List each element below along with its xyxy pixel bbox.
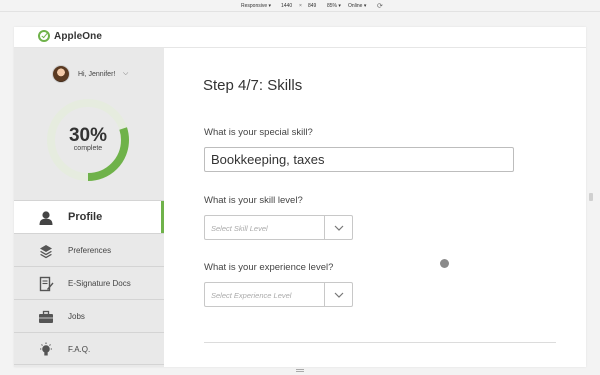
- lightbulb-icon: [40, 342, 52, 356]
- sidebar-item-profile[interactable]: Profile: [14, 200, 164, 233]
- viewport-height-input[interactable]: 849: [308, 3, 316, 9]
- avatar[interactable]: [52, 65, 70, 83]
- user-greeting[interactable]: Hi, Jennifer!: [78, 71, 115, 78]
- sidebar-item-label: F.A.Q.: [68, 345, 91, 354]
- main-content: Step 4/7: Skills What is your special sk…: [164, 48, 586, 367]
- skill-level-select[interactable]: Select Skill Level: [204, 215, 353, 240]
- experience-level-label: What is your experience level?: [204, 262, 334, 273]
- app-header: AppleOne: [14, 27, 586, 48]
- viewport-width-input[interactable]: 1440: [281, 3, 292, 9]
- page-viewport: AppleOne Hi, Jennifer! ⌵ 30% complete Pr…: [14, 27, 586, 367]
- resize-handle-right[interactable]: [589, 193, 593, 201]
- skill-level-dropdown-button[interactable]: [324, 216, 352, 239]
- network-throttle-select[interactable]: Online ▾: [348, 3, 366, 9]
- dimension-separator: ×: [299, 3, 302, 9]
- sidebar-item-label: E-Signature Docs: [68, 279, 131, 288]
- page-title: Step 4/7: Skills: [203, 77, 303, 94]
- document-sign-icon: [39, 276, 54, 292]
- chevron-down-icon: [334, 225, 344, 231]
- check-circle-icon: [38, 30, 50, 42]
- devtools-toolbar: Responsive ▾ 1440 × 849 85% ▾ Online ▾ ⟳: [0, 0, 600, 12]
- sidebar-item-e-signature-docs[interactable]: E-Signature Docs: [14, 266, 164, 299]
- rotate-icon[interactable]: ⟳: [377, 2, 383, 10]
- sidebar-item-label: Jobs: [68, 312, 85, 321]
- progress-percent: 30%: [68, 125, 108, 146]
- zoom-select[interactable]: 85% ▾: [327, 3, 341, 9]
- special-skill-label: What is your special skill?: [204, 127, 313, 138]
- layers-icon: [40, 245, 52, 259]
- sidebar-item-label: Preferences: [68, 246, 112, 255]
- special-skill-input[interactable]: [204, 147, 514, 172]
- sidebar: Hi, Jennifer! ⌵ 30% complete Profile Pre…: [14, 48, 164, 367]
- chevron-down-icon[interactable]: ⌵: [123, 70, 128, 78]
- experience-level-select[interactable]: Select Experience Level: [204, 282, 353, 307]
- progress-label: complete: [73, 145, 103, 152]
- sidebar-item-preferences[interactable]: Preferences: [14, 233, 164, 266]
- section-divider: [204, 342, 556, 343]
- sidebar-item-jobs[interactable]: Jobs: [14, 299, 164, 332]
- sidebar-nav: Profile Preferences E-Signature Docs Job…: [14, 200, 164, 365]
- chevron-down-icon: [334, 292, 344, 298]
- sidebar-item-faq[interactable]: F.A.Q.: [14, 332, 164, 365]
- sidebar-item-label: Profile: [68, 211, 103, 223]
- experience-level-placeholder: Select Experience Level: [211, 291, 292, 300]
- skill-level-placeholder: Select Skill Level: [211, 224, 268, 233]
- device-mode-select[interactable]: Responsive ▾: [241, 3, 271, 9]
- skill-level-label: What is your skill level?: [204, 195, 303, 206]
- app-logo-text[interactable]: AppleOne: [54, 31, 102, 42]
- person-icon: [39, 211, 53, 225]
- touch-cursor-indicator: [440, 259, 449, 268]
- experience-level-dropdown-button[interactable]: [324, 283, 352, 306]
- briefcase-icon: [39, 310, 53, 323]
- resize-handle-bottom[interactable]: [296, 369, 304, 372]
